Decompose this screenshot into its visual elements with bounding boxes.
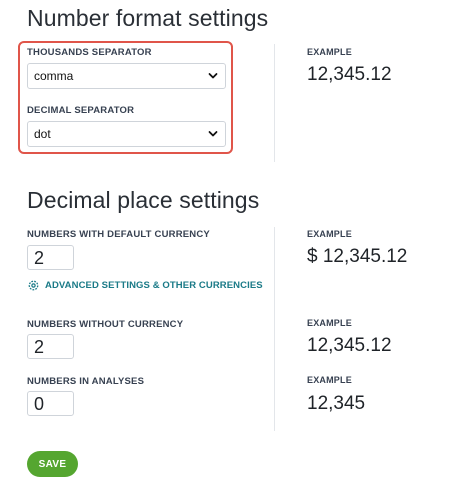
default-currency-example-label: EXAMPLE (307, 229, 352, 239)
thousands-separator-select[interactable]: comma (27, 63, 226, 89)
analyses-value: 0 (34, 393, 45, 414)
advanced-settings-label: ADVANCED SETTINGS & OTHER CURRENCIES (45, 280, 263, 291)
decimal-separator-label: DECIMAL SEPARATOR (27, 105, 135, 116)
chevron-down-icon (208, 131, 218, 137)
number-format-title: Number format settings (27, 5, 269, 31)
decimal-place-title: Decimal place settings (27, 187, 260, 213)
default-currency-label: NUMBERS WITH DEFAULT CURRENCY (27, 229, 210, 240)
without-currency-example-value: 12,345.12 (307, 335, 392, 356)
advanced-settings-link[interactable]: ADVANCED SETTINGS & OTHER CURRENCIES (27, 279, 263, 292)
number-format-example-value: 12,345.12 (307, 64, 392, 85)
analyses-input[interactable]: 0 (27, 391, 74, 416)
analyses-example-value: 12,345 (307, 393, 366, 414)
analyses-example-label: EXAMPLE (307, 375, 352, 385)
without-currency-example-label: EXAMPLE (307, 318, 352, 328)
vertical-divider (274, 227, 275, 431)
default-currency-example-value: $ 12,345.12 (307, 246, 408, 267)
thousands-separator-value: comma (34, 69, 74, 83)
decimal-separator-select[interactable]: dot (27, 121, 226, 147)
analyses-label: NUMBERS IN ANALYSES (27, 376, 145, 387)
vertical-divider (274, 44, 275, 162)
thousands-separator-label: THOUSANDS SEPARATOR (27, 47, 152, 58)
number-format-example-label: EXAMPLE (307, 47, 352, 57)
default-currency-input[interactable]: 2 (27, 245, 74, 270)
chevron-down-icon (208, 73, 218, 79)
save-button[interactable]: SAVE (27, 451, 78, 477)
gear-icon (28, 280, 39, 291)
without-currency-input[interactable]: 2 (27, 334, 74, 359)
decimal-separator-value: dot (34, 127, 51, 141)
without-currency-label: NUMBERS WITHOUT CURRENCY (27, 319, 184, 330)
without-currency-value: 2 (34, 336, 45, 357)
default-currency-value: 2 (34, 247, 45, 268)
